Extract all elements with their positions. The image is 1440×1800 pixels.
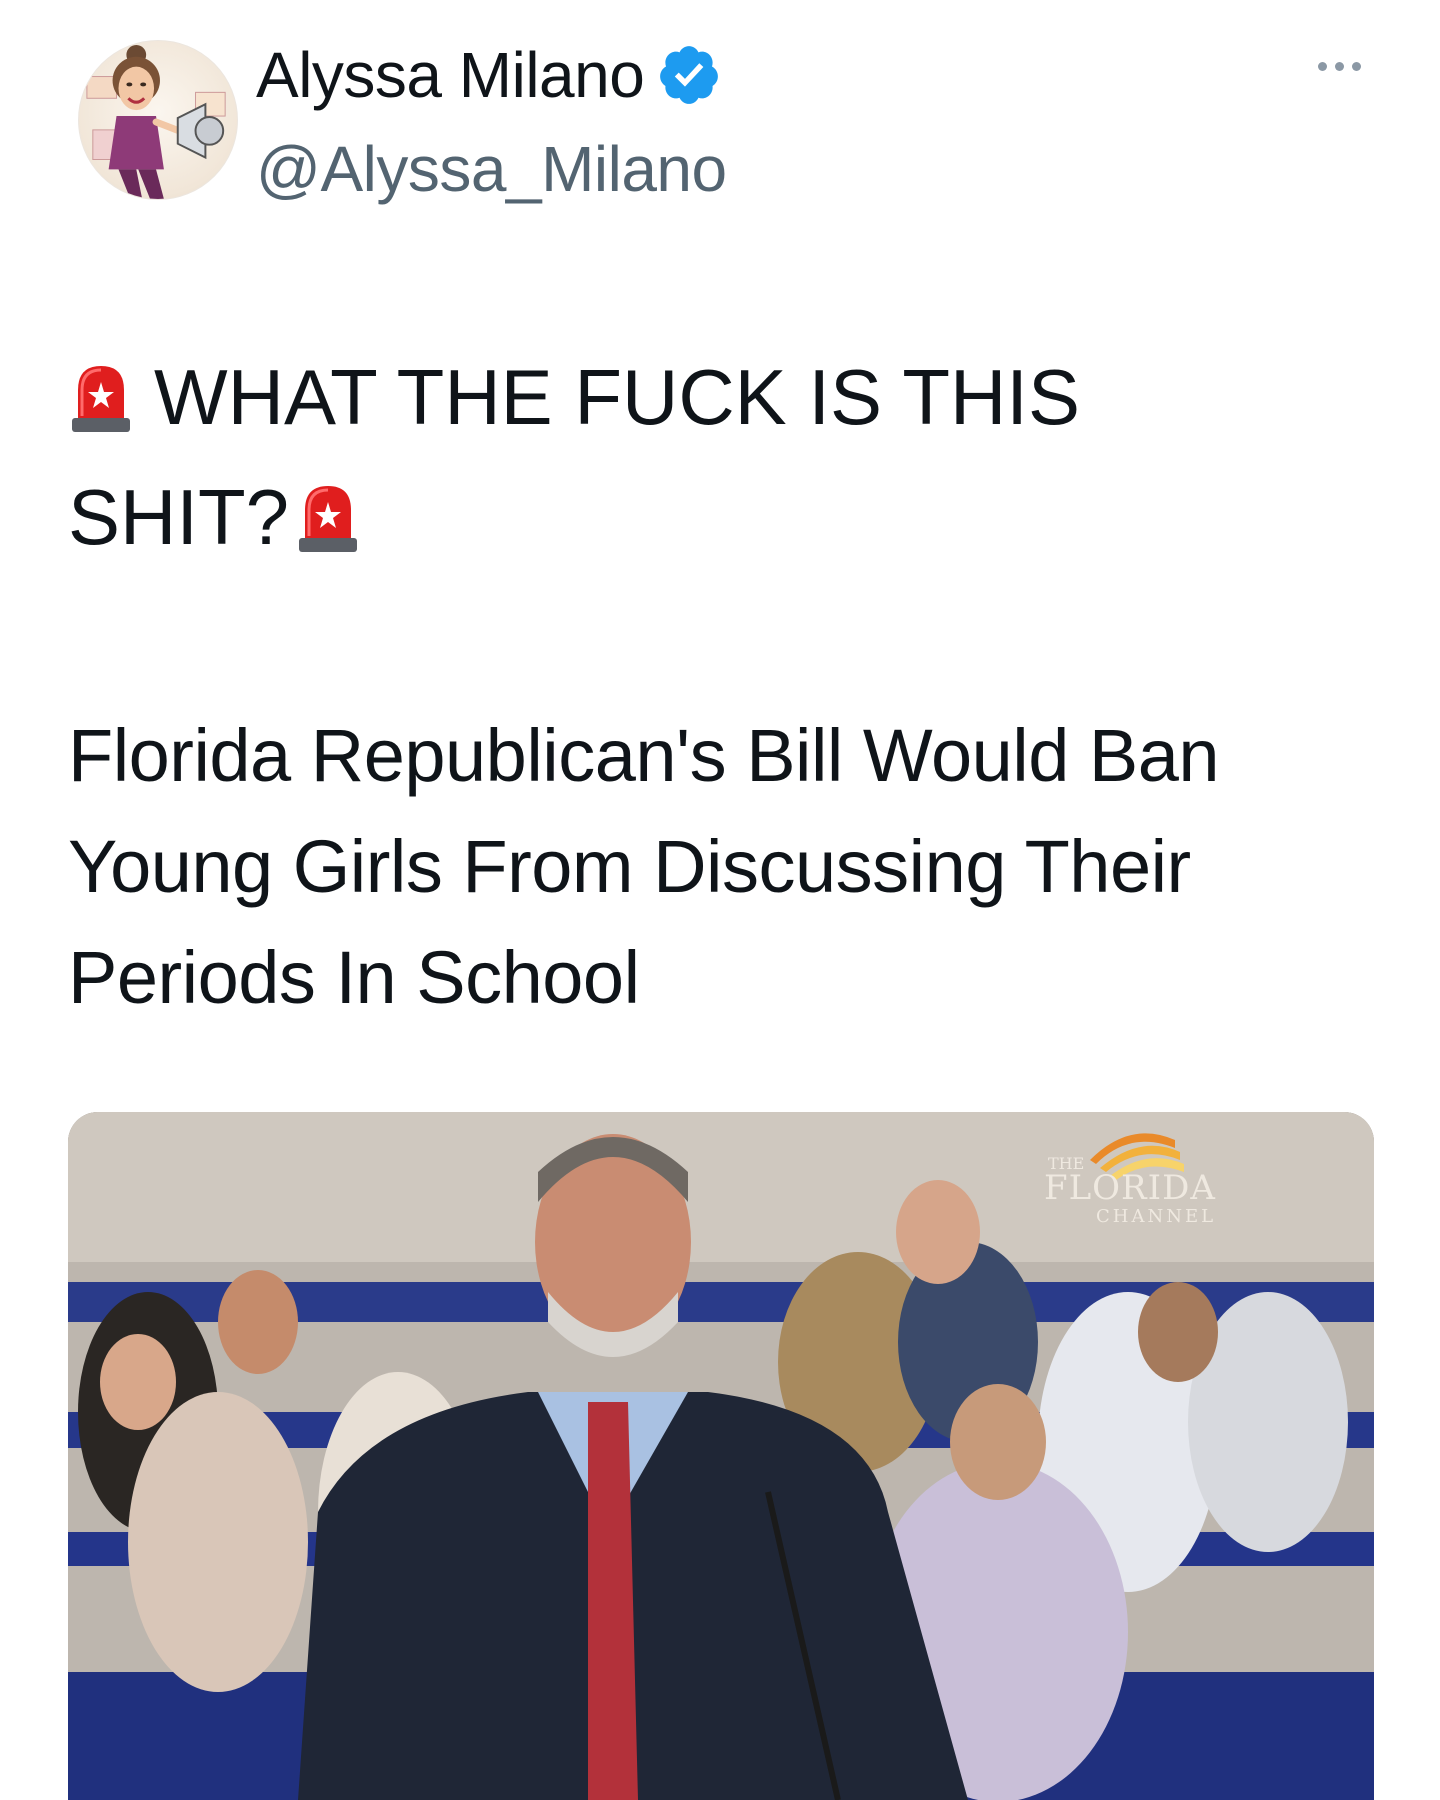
tweet-text-primary: WHAT THE FUCK IS THIS xyxy=(154,353,1080,441)
avatar[interactable] xyxy=(78,40,238,200)
tweet: Alyssa Milano @Alyssa_Milano WHAT THE FU… xyxy=(0,0,1440,1800)
tweet-text-secondary: SHIT? xyxy=(68,473,290,561)
hearing-scene-image xyxy=(68,1112,1374,1800)
tweet-text-line-2: SHIT? xyxy=(68,478,361,556)
tweet-text-line-1: WHAT THE FUCK IS THIS xyxy=(68,358,1080,436)
more-dots-icon[interactable] xyxy=(1318,62,1361,71)
author-name-row[interactable]: Alyssa Milano xyxy=(256,38,722,112)
more-dot xyxy=(1335,62,1344,71)
more-dot xyxy=(1352,62,1361,71)
article-image[interactable] xyxy=(68,1112,1374,1800)
more-dot xyxy=(1318,62,1327,71)
verified-badge-icon xyxy=(656,42,722,108)
police-light-icon xyxy=(295,480,361,554)
police-light-icon xyxy=(68,360,134,434)
avatar-illustration xyxy=(86,44,226,199)
article-headline[interactable]: Florida Republican's Bill Would Ban Youn… xyxy=(68,700,1398,1033)
author-handle[interactable]: @Alyssa_Milano xyxy=(256,132,727,206)
display-name[interactable]: Alyssa Milano xyxy=(256,38,645,112)
